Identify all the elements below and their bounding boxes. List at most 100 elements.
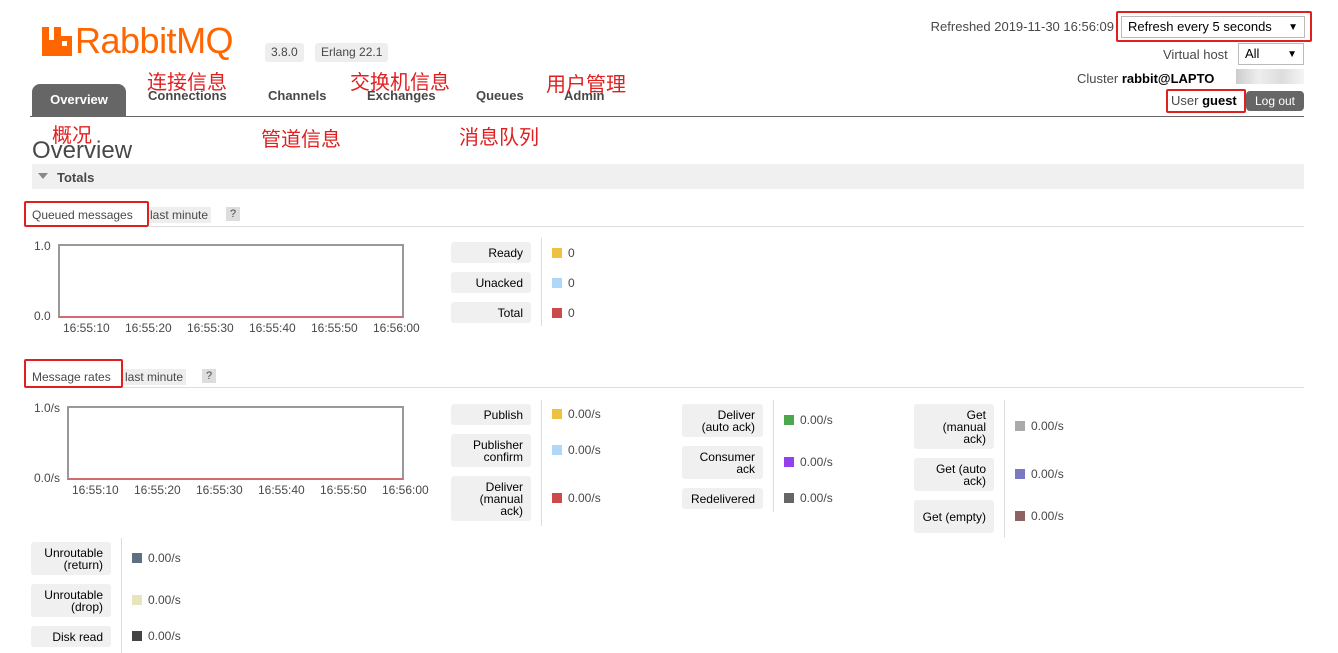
rate-label-get-auto-ack: Get (auto ack)	[914, 458, 994, 491]
annotation-exchanges: 交换机信息	[350, 70, 450, 94]
rabbitmq-logo: RabbitMQ TM	[42, 20, 286, 61]
queued-y-max: 1.0	[34, 239, 51, 253]
color-swatch	[784, 415, 794, 425]
erlang-badge: Erlang 22.1	[315, 43, 389, 62]
rate-value: 0.00/s	[568, 407, 601, 421]
nav-divider	[30, 116, 1304, 117]
logo-text: RabbitMQ	[75, 20, 234, 61]
rate-label-publish: Publish	[451, 404, 531, 425]
rate-label-get-empty: Get (empty)	[914, 500, 994, 533]
totals-section-label: Totals	[57, 170, 95, 185]
rate-value: 0.00/s	[1031, 467, 1064, 481]
rate-label-consumer-ack: Consumer ack	[682, 446, 763, 479]
rates-help-button[interactable]: ?	[202, 369, 217, 383]
rate-label-deliver-auto-ack: Deliver (auto ack)	[682, 404, 763, 437]
totals-section-header[interactable]	[32, 164, 1304, 189]
logout-button[interactable]: Log out	[1246, 91, 1304, 111]
cluster-label: Cluster	[1077, 71, 1119, 86]
x-tick: 16:55:30	[196, 483, 243, 497]
color-swatch	[552, 409, 562, 419]
rate-value: 0.00/s	[568, 443, 601, 457]
color-swatch	[1015, 511, 1025, 521]
collapse-triangle-icon[interactable]	[38, 173, 48, 179]
queued-messages-chart	[58, 244, 404, 318]
legend-divider	[1004, 400, 1005, 538]
rate-value: 0.00/s	[568, 491, 601, 505]
version-badge: 3.8.0	[265, 43, 304, 62]
rate-unroutable-return: 0.00/s	[132, 550, 181, 566]
rate-value: 0.00/s	[800, 413, 833, 427]
x-tick: 16:55:30	[187, 321, 234, 335]
x-tick: 16:55:40	[258, 483, 305, 497]
metric-total: 0	[552, 305, 575, 321]
rates-y-max: 1.0/s	[34, 401, 61, 415]
metric-value: 0	[568, 306, 575, 320]
x-tick: 16:55:50	[320, 483, 367, 497]
metric-value: 0	[568, 246, 575, 260]
rate-label-disk-read: Disk read	[31, 626, 111, 647]
rate-disk-read: 0.00/s	[132, 628, 181, 644]
rate-value: 0.00/s	[1031, 509, 1064, 523]
rate-value: 0.00/s	[800, 455, 833, 469]
legend-divider	[121, 538, 122, 653]
x-tick: 16:55:10	[72, 483, 119, 497]
color-swatch	[552, 445, 562, 455]
x-tick: 16:55:20	[134, 483, 181, 497]
rate-label-unroutable-drop: Unroutable (drop)	[31, 584, 111, 617]
color-swatch	[784, 493, 794, 503]
legend-divider	[773, 400, 774, 512]
rate-redelivered: 0.00/s	[784, 490, 833, 506]
section-divider	[148, 226, 1304, 227]
metric-label-ready: Ready	[451, 242, 531, 263]
metric-label-total: Total	[451, 302, 531, 323]
metric-label-unacked: Unacked	[451, 272, 531, 293]
rate-unroutable-drop: 0.00/s	[132, 592, 181, 608]
tab-overview[interactable]: Overview	[32, 84, 126, 116]
highlight-box	[1166, 89, 1246, 113]
x-tick: 16:55:40	[249, 321, 296, 335]
rate-publisher-confirm: 0.00/s	[552, 442, 601, 458]
refreshed-time: Refreshed 2019-11-30 16:56:09	[930, 19, 1114, 34]
rates-y-min: 0.0/s	[34, 471, 61, 485]
section-divider	[123, 387, 1304, 388]
x-tick: 16:56:00	[373, 321, 420, 335]
x-tick: 16:55:50	[311, 321, 358, 335]
metric-ready: 0	[552, 245, 575, 261]
blurred-hostname	[1236, 69, 1304, 84]
virtual-host-select[interactable]: All ▼	[1238, 43, 1304, 65]
rate-value: 0.00/s	[148, 629, 181, 643]
color-swatch	[552, 278, 562, 288]
metric-value: 0	[568, 276, 575, 290]
color-swatch	[132, 631, 142, 641]
annotation-queues: 消息队列	[459, 125, 539, 149]
color-swatch	[552, 493, 562, 503]
color-swatch	[132, 553, 142, 563]
tab-queues[interactable]: Queues	[476, 88, 524, 103]
color-swatch	[1015, 421, 1025, 431]
rate-value: 0.00/s	[148, 551, 181, 565]
annotation-admin: 用户管理	[546, 72, 626, 96]
rate-label-redelivered: Redelivered	[682, 488, 763, 509]
highlight-box	[1116, 11, 1312, 42]
annotation-channels: 管道信息	[261, 127, 341, 151]
x-tick: 16:55:10	[63, 321, 110, 335]
rate-value: 0.00/s	[1031, 419, 1064, 433]
rate-deliver-manual-ack: 0.00/s	[552, 490, 601, 506]
rate-get-manual-ack: 0.00/s	[1015, 418, 1064, 434]
rate-label-unroutable-return: Unroutable (return)	[31, 542, 111, 575]
rates-range-toggle[interactable]: last minute	[122, 369, 187, 385]
page-title: Overview	[32, 137, 133, 164]
dropdown-arrow-icon: ▼	[1287, 49, 1297, 60]
rate-label-get-manual-ack: Get (manual ack)	[914, 404, 994, 449]
virtual-host-value: All	[1245, 46, 1260, 61]
cluster-info: Cluster rabbit@LAPTO	[1077, 71, 1214, 86]
legend-divider	[541, 238, 542, 326]
color-swatch	[784, 457, 794, 467]
cluster-name: rabbit@LAPTO	[1121, 71, 1215, 86]
virtual-host-label: Virtual host	[1163, 47, 1228, 62]
rabbit-logo-icon	[42, 27, 72, 56]
rate-get-auto-ack: 0.00/s	[1015, 466, 1064, 482]
queued-help-button[interactable]: ?	[226, 207, 241, 221]
queued-range-toggle[interactable]: last minute	[147, 207, 212, 223]
tab-channels[interactable]: Channels	[268, 88, 327, 103]
